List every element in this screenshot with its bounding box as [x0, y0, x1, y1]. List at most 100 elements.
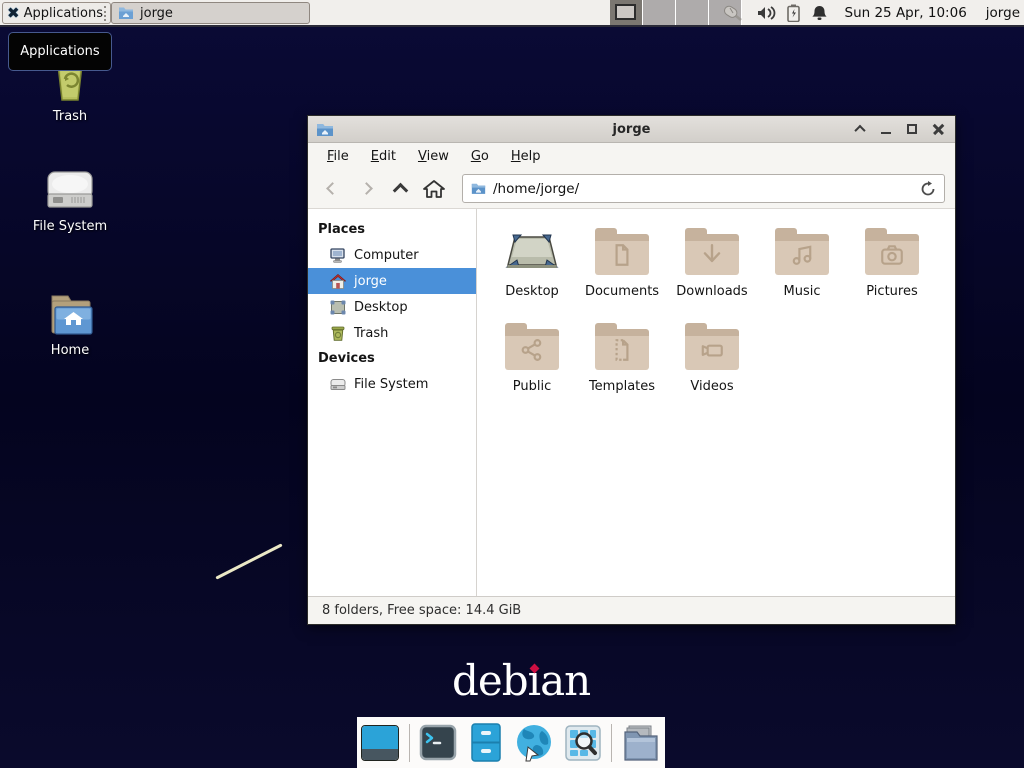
sidebar-item-label: Desktop	[354, 300, 408, 315]
desktop-icon-label: Trash	[53, 109, 87, 124]
folder-icon	[118, 6, 134, 20]
panel-clock[interactable]: Sun 25 Apr, 10:06	[845, 5, 967, 21]
folder-item-music[interactable]: Music	[757, 221, 847, 316]
window-titlebar[interactable]: jorge	[308, 116, 955, 143]
taskbar-window-button[interactable]: jorge	[111, 2, 310, 24]
video-emblem-icon	[699, 337, 725, 363]
download-emblem-icon	[699, 242, 725, 268]
folder-label: Pictures	[866, 284, 917, 299]
folder-label: Videos	[690, 379, 733, 394]
sidebar-item-label: File System	[354, 377, 428, 392]
tooltip-text: Applications	[20, 44, 99, 59]
terminal-icon	[419, 724, 457, 762]
terminal-launcher[interactable]	[419, 723, 458, 763]
top-panel: ✖ Applications jorge Sun 25 Apr,	[0, 0, 1024, 27]
desktop-mini-icon	[330, 300, 346, 315]
panel-user-menu[interactable]: jorge	[986, 5, 1020, 21]
folder-item-documents[interactable]: Documents	[577, 221, 667, 316]
folder-item-videos[interactable]: Videos	[667, 316, 757, 411]
path-input[interactable]	[493, 181, 913, 197]
shade-button[interactable]	[851, 120, 869, 138]
up-button[interactable]	[386, 175, 414, 203]
menu-view[interactable]: View	[407, 145, 460, 168]
file-cabinet-icon	[470, 723, 502, 763]
folder-item-downloads[interactable]: Downloads	[667, 221, 757, 316]
notification-bell-icon[interactable]	[811, 4, 828, 22]
places-header: Places	[308, 217, 476, 242]
debian-logo-text: deb	[452, 658, 528, 704]
debian-logo: debıan	[452, 658, 590, 704]
folder-label: Desktop	[505, 284, 559, 299]
folder-icon	[595, 235, 649, 275]
forward-button[interactable]	[352, 175, 380, 203]
back-button[interactable]	[318, 175, 346, 203]
workspace-2[interactable]	[643, 0, 676, 25]
battery-icon[interactable]	[787, 4, 800, 22]
taskbar-window-label: jorge	[140, 6, 173, 21]
folder-label: Templates	[589, 379, 655, 394]
folder-label: Downloads	[676, 284, 747, 299]
maximize-button[interactable]	[903, 120, 921, 138]
sidebar-item-trash[interactable]: Trash	[308, 320, 476, 346]
template-emblem-icon	[609, 337, 635, 363]
home-icon	[423, 179, 445, 199]
sidebar-item-label: jorge	[354, 274, 387, 289]
show-desktop-icon	[361, 725, 399, 761]
forward-icon	[360, 182, 373, 195]
desktop-icon-label: Home	[51, 343, 89, 358]
applications-menu-label: Applications	[24, 6, 103, 21]
toolbar	[308, 169, 955, 209]
folder-icon	[595, 330, 649, 370]
folder-icon	[685, 330, 739, 370]
desktop-icon-home[interactable]: Home	[22, 292, 118, 358]
system-tray: Sun 25 Apr, 10:06 jorge	[721, 0, 1021, 25]
window-folder-icon	[316, 122, 334, 137]
sidebar-item-jorge[interactable]: jorge	[308, 268, 476, 294]
sidebar-item-label: Trash	[354, 326, 388, 341]
panel-handle[interactable]	[104, 6, 107, 21]
window-controls	[851, 120, 947, 138]
file-manager-window: jorge File Edit View Go Help	[307, 115, 956, 625]
reload-icon[interactable]	[920, 181, 936, 197]
workspace-3[interactable]	[676, 0, 709, 25]
user-home-icon	[330, 274, 346, 289]
folder-label: Documents	[585, 284, 659, 299]
sidebar: Places Computer jorge	[308, 209, 477, 596]
menu-edit[interactable]: Edit	[360, 145, 407, 168]
hard-drive-icon	[44, 170, 96, 212]
menubar: File Edit View Go Help	[308, 143, 955, 169]
folder-item-pictures[interactable]: Pictures	[847, 221, 937, 316]
menu-help[interactable]: Help	[500, 145, 552, 168]
show-desktop-button[interactable]	[361, 723, 400, 763]
drive-mini-icon	[330, 377, 346, 391]
sidebar-item-filesystem[interactable]: File System	[308, 371, 476, 397]
devices-header: Devices	[308, 346, 476, 371]
file-view[interactable]: Desktop Documents	[477, 209, 955, 596]
desktop-icon-filesystem[interactable]: File System	[22, 170, 118, 234]
folder-item-public[interactable]: Public	[487, 316, 577, 411]
workspace-window-preview	[615, 4, 636, 20]
applications-menu-button[interactable]: ✖ Applications	[2, 2, 111, 24]
music-emblem-icon	[789, 242, 815, 268]
folder-item-templates[interactable]: Templates	[577, 316, 667, 411]
home-button[interactable]	[420, 175, 448, 203]
close-button[interactable]	[929, 120, 947, 138]
sidebar-item-desktop[interactable]: Desktop	[308, 294, 476, 320]
volume-icon[interactable]	[756, 5, 776, 21]
menu-file[interactable]: File	[316, 145, 360, 168]
workspace-1[interactable]	[610, 0, 643, 25]
path-folder-icon	[471, 182, 486, 195]
mouse-device-icon[interactable]	[721, 3, 745, 23]
desktop-icon-label: File System	[33, 219, 107, 234]
minimize-button[interactable]	[877, 120, 895, 138]
folder-item-desktop[interactable]: Desktop	[487, 221, 577, 316]
sidebar-item-computer[interactable]: Computer	[308, 242, 476, 268]
app-finder-launcher[interactable]	[563, 723, 602, 763]
sidebar-item-label: Computer	[354, 248, 419, 263]
up-icon	[392, 183, 408, 199]
menu-go[interactable]: Go	[460, 145, 500, 168]
file-cabinet-launcher[interactable]	[467, 723, 506, 763]
file-manager-launcher[interactable]	[621, 723, 661, 763]
web-browser-launcher[interactable]	[514, 723, 554, 763]
statusbar: 8 folders, Free space: 14.4 GiB	[308, 596, 955, 624]
